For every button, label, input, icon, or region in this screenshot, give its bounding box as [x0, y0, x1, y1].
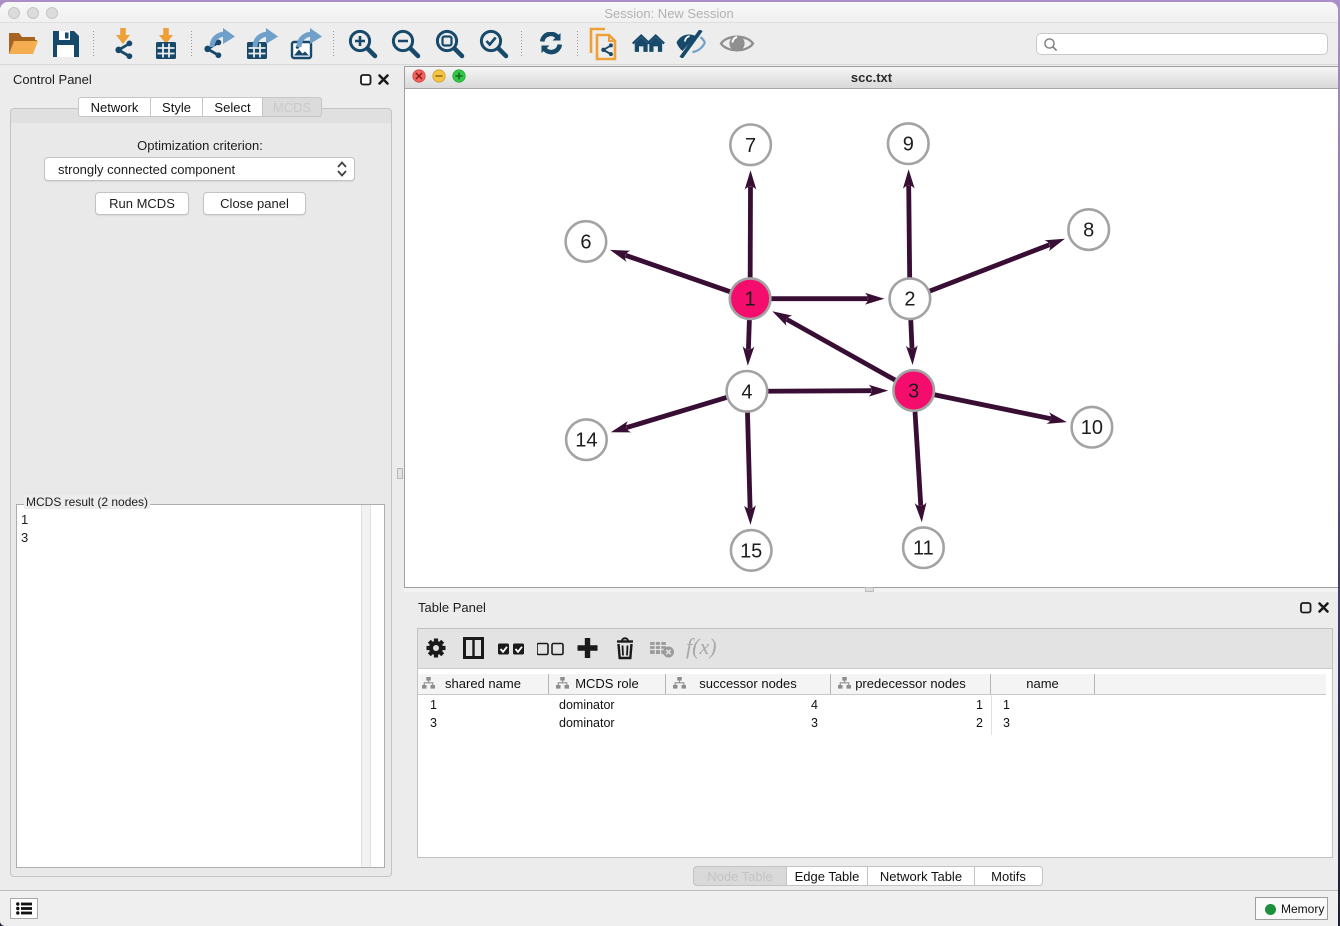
svg-text:8: 8 — [1083, 220, 1094, 242]
svg-text:2: 2 — [904, 289, 915, 311]
svg-text:1: 1 — [745, 289, 756, 311]
svg-text:4: 4 — [741, 381, 752, 403]
svg-text:14: 14 — [575, 430, 597, 452]
svg-text:11: 11 — [913, 538, 934, 560]
svg-text:7: 7 — [745, 135, 756, 157]
svg-text:6: 6 — [580, 232, 591, 254]
svg-text:9: 9 — [903, 134, 914, 156]
svg-text:3: 3 — [908, 381, 919, 403]
svg-text:15: 15 — [740, 540, 762, 562]
svg-text:10: 10 — [1081, 417, 1103, 439]
